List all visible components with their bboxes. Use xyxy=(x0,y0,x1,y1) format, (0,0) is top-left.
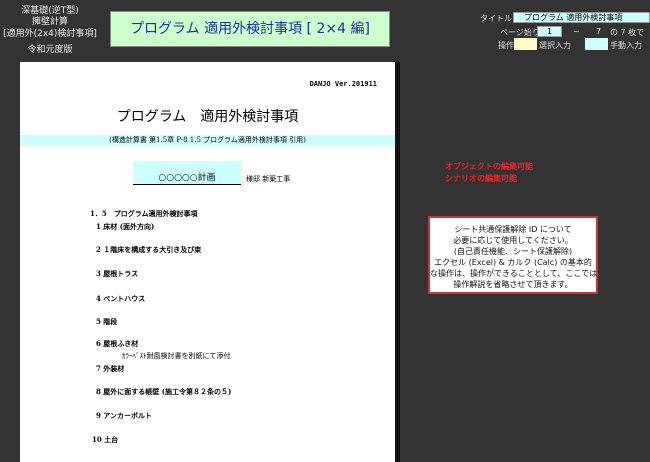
page-start-label: ページ始り xyxy=(500,28,540,37)
document-page: DANJO Ver.201911 プログラム 適用外検討事項 (構造計算書 第1… xyxy=(20,62,395,462)
main-title-box: プログラム 適用外検討事項 [ 2×4 編] xyxy=(110,11,390,47)
op-label: 操作 xyxy=(498,41,514,50)
manual-color-swatch xyxy=(585,38,608,50)
list-item: 5 階段 xyxy=(96,317,118,326)
header-line-4: 令和元度版 xyxy=(27,45,73,55)
list-item: 1 床材 (面外方向) xyxy=(96,222,155,231)
notice-line: (自己責任機能、シート保護解除) xyxy=(453,247,573,256)
object-edit-note: オブジェクトの編集可能 xyxy=(445,162,533,171)
list-item: 3 屋根トラス xyxy=(96,269,139,278)
doc-subtitle: (構造計算書 第1.5章 P-8 1.5 プログラム適用外検討事項 引用) xyxy=(20,135,395,146)
manual-input-label: 手動入力 xyxy=(610,41,642,50)
list-item: 10 土台 xyxy=(92,435,119,444)
doc-title: プログラム 適用外検討事項 xyxy=(116,109,299,125)
list-item: 4 ペントハウス xyxy=(96,294,146,303)
scenario-edit-note: シナリオの編集可能 xyxy=(445,174,517,183)
header-line-3: [適用外(2x4)検討事項] xyxy=(3,29,97,39)
list-item: 8 屋外に面する帳壁 (施工令第８２条の５) xyxy=(96,387,232,396)
page-end: 7 xyxy=(596,27,602,36)
notice-line: 必要に応じて使用してください。 xyxy=(453,236,573,245)
select-input-label: 選択入力 xyxy=(539,41,571,50)
title-input[interactable]: プログラム 適用外検討事項 xyxy=(513,12,650,23)
list-item: 6 屋根ふき材 xyxy=(96,339,139,348)
list-item: 2 １階床を構成する大引き及び束 xyxy=(96,245,202,254)
item-note: ｶﾗｰﾍﾞｽﾄ耐風検討書を別紙にて添付 xyxy=(122,352,231,360)
list-item: 7 外装材 xyxy=(96,364,125,373)
select-color-swatch xyxy=(514,38,537,50)
page-shadow xyxy=(395,62,400,462)
tilde: ~ xyxy=(573,27,580,36)
project-name-field[interactable]: ○○○○○計画 xyxy=(133,161,241,185)
page-suffix: の 7 枚で xyxy=(610,28,645,37)
notice-line: 操作解説を省略させて頂きます。 xyxy=(453,280,573,289)
owner-text: 様邸 新築工事 xyxy=(246,175,291,183)
notice-box: シート共通保護解除 ID について 必要に応じて使用してください。 (自己責任機… xyxy=(428,216,598,294)
section-heading: 1．5 プログラム適用外検討事項 xyxy=(90,209,198,218)
notice-line: な操作は、操作ができることとして、ここでは xyxy=(430,269,598,278)
notice-line: シート共通保護解除 ID について xyxy=(454,225,572,234)
notice-line: エクセル (Excel) & カルク (Calc) の基本的 xyxy=(434,258,592,267)
list-item: 9 アンカーボルト xyxy=(96,411,153,420)
page-start-input[interactable]: 1 xyxy=(537,26,562,37)
title-label: タイトル xyxy=(480,14,512,23)
version: DANJO Ver.201911 xyxy=(309,80,377,88)
